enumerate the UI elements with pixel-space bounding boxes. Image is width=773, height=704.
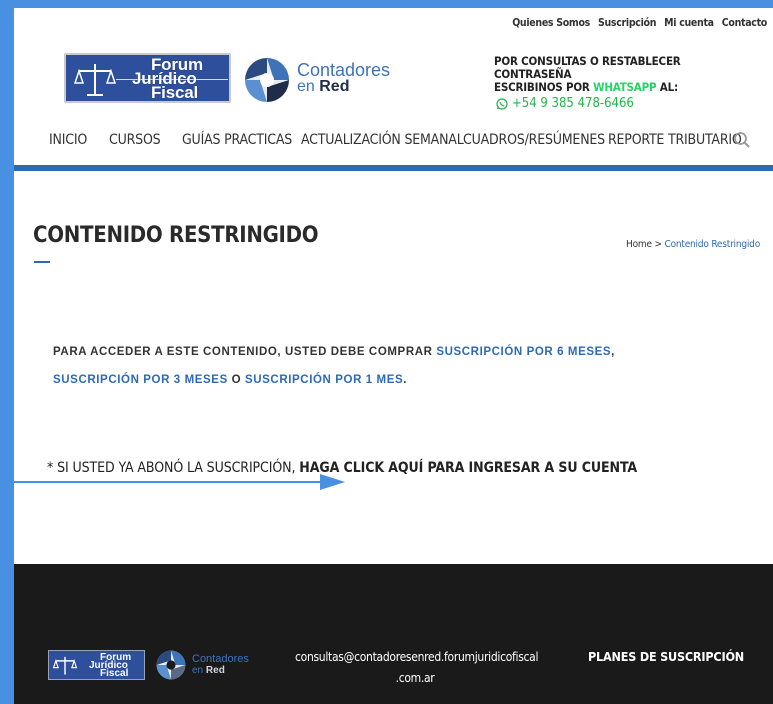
breadcrumb-current: Contenido Restringido	[664, 239, 760, 250]
nav-cuadros-resumenes[interactable]: CUADROS/RESÚMENES	[463, 132, 605, 148]
title-accent	[34, 261, 50, 263]
contact-line-1: POR CONSULTAS O RESTABLECER CONTRASEÑA	[494, 54, 681, 81]
nav-reporte-tributario[interactable]: REPORTE TRIBUTARIO	[608, 132, 742, 148]
whatsapp-icon	[496, 97, 508, 110]
link-suscripcion-1-mes[interactable]: SUSCRIPCIÓN POR 1 MES	[245, 374, 403, 386]
contact-info: POR CONSULTAS O RESTABLECER CONTRASEÑA E…	[494, 55, 734, 94]
site-header: Forum Jurídico Fiscal Contadores en Red …	[14, 35, 773, 117]
breadcrumb-home[interactable]: Home	[626, 239, 652, 250]
nav-inicio[interactable]: INICIO	[49, 132, 87, 148]
breadcrumb: Home > Contenido Restringido	[626, 239, 760, 250]
link-suscripcion[interactable]: Suscripción	[598, 17, 656, 29]
footer-contadores-logo[interactable]: Contadores en Red	[156, 650, 266, 682]
link-quienes-somos[interactable]: Quienes Somos	[512, 17, 590, 29]
nav-cursos[interactable]: CURSOS	[109, 132, 161, 148]
login-notice: * SI USTED YA ABONÓ LA SUSCRIPCIÓN, HAGA…	[47, 460, 638, 476]
footer-email[interactable]: consultas@contadoresenred.forumjuridicof…	[295, 647, 538, 689]
footer-forum-logo[interactable]: Forum Jurídico Fiscal	[48, 650, 145, 680]
contadores-en-red-logo[interactable]: Contadores en Red	[244, 57, 394, 105]
web-page: Quienes Somos Suscripción Mi cuenta Cont…	[14, 8, 773, 704]
link-suscripcion-3-meses[interactable]: SUSCRIPCIÓN POR 3 MESES	[53, 374, 228, 386]
footer-logo-contadores-text: Contadores	[192, 653, 249, 665]
whatsapp-phone[interactable]: +54 9 385 478-6466	[496, 96, 634, 111]
logo-text-en-red: en Red	[297, 78, 350, 95]
breadcrumb-separator: >	[651, 239, 665, 250]
search-icon[interactable]	[733, 131, 751, 149]
phone-number: +54 9 385 478-6466	[512, 96, 634, 111]
scale-of-justice-icon	[74, 64, 116, 96]
site-footer: Forum Jurídico Fiscal Contadores en Red …	[14, 564, 773, 704]
forum-juridico-fiscal-logo[interactable]: Forum Jurídico Fiscal	[64, 53, 231, 103]
utility-bar: Quienes Somos Suscripción Mi cuenta Cont…	[14, 8, 773, 35]
nav-guias-practicas[interactable]: GUÍAS PRACTICAS	[182, 132, 292, 148]
nav-divider	[14, 165, 773, 171]
nav-actualizacion-semanal[interactable]: ACTUALIZACIÓN SEMANAL	[301, 132, 464, 148]
page-title: CONTENIDO RESTRINGIDO	[33, 223, 319, 248]
footer-logo-en-red-text: en Red	[192, 665, 225, 676]
logo-text-fiscal: Fiscal	[151, 83, 198, 102]
restricted-message: PARA ACCEDER A ESTE CONTENIDO, USTED DEB…	[53, 346, 615, 386]
login-link[interactable]: HAGA CLICK AQUÍ PARA INGRESAR A SU CUENT…	[299, 460, 637, 476]
footer-logo-fiscal-text: Fiscal	[100, 668, 129, 679]
footer-planes-link[interactable]: PLANES DE SUSCRIPCIÓN	[588, 649, 744, 664]
link-mi-cuenta[interactable]: Mi cuenta	[664, 17, 714, 29]
aperture-logo-icon	[245, 58, 289, 102]
link-suscripcion-6-meses[interactable]: SUSCRIPCIÓN POR 6 MESES	[436, 346, 611, 358]
contact-line-2: ESCRIBINOS POR WHATSAPP AL:	[494, 80, 678, 94]
aperture-logo-icon	[156, 650, 186, 680]
scale-of-justice-icon	[53, 656, 77, 675]
link-contacto[interactable]: Contacto	[722, 17, 768, 29]
main-nav: INICIO CURSOS GUÍAS PRACTICAS ACTUALIZAC…	[14, 125, 773, 159]
